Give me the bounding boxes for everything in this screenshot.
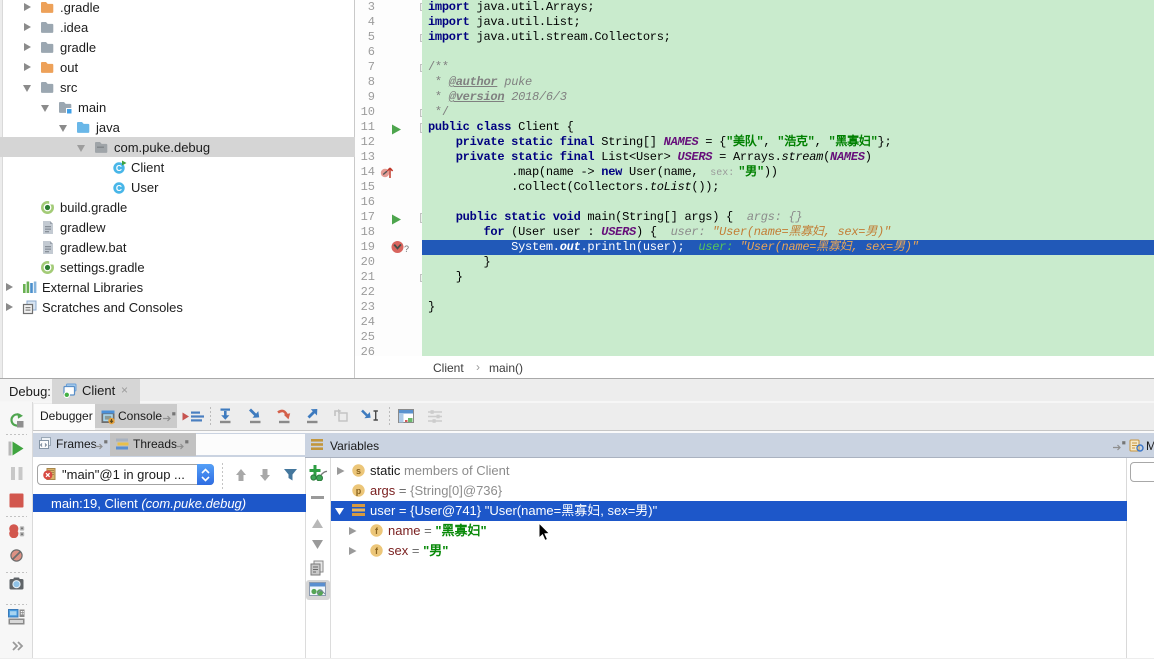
- svg-text:p: p: [356, 486, 362, 496]
- svg-text:C: C: [116, 183, 122, 193]
- svg-text:C: C: [116, 163, 122, 173]
- svg-text:s: s: [356, 466, 361, 476]
- svg-text:?: ?: [404, 244, 409, 254]
